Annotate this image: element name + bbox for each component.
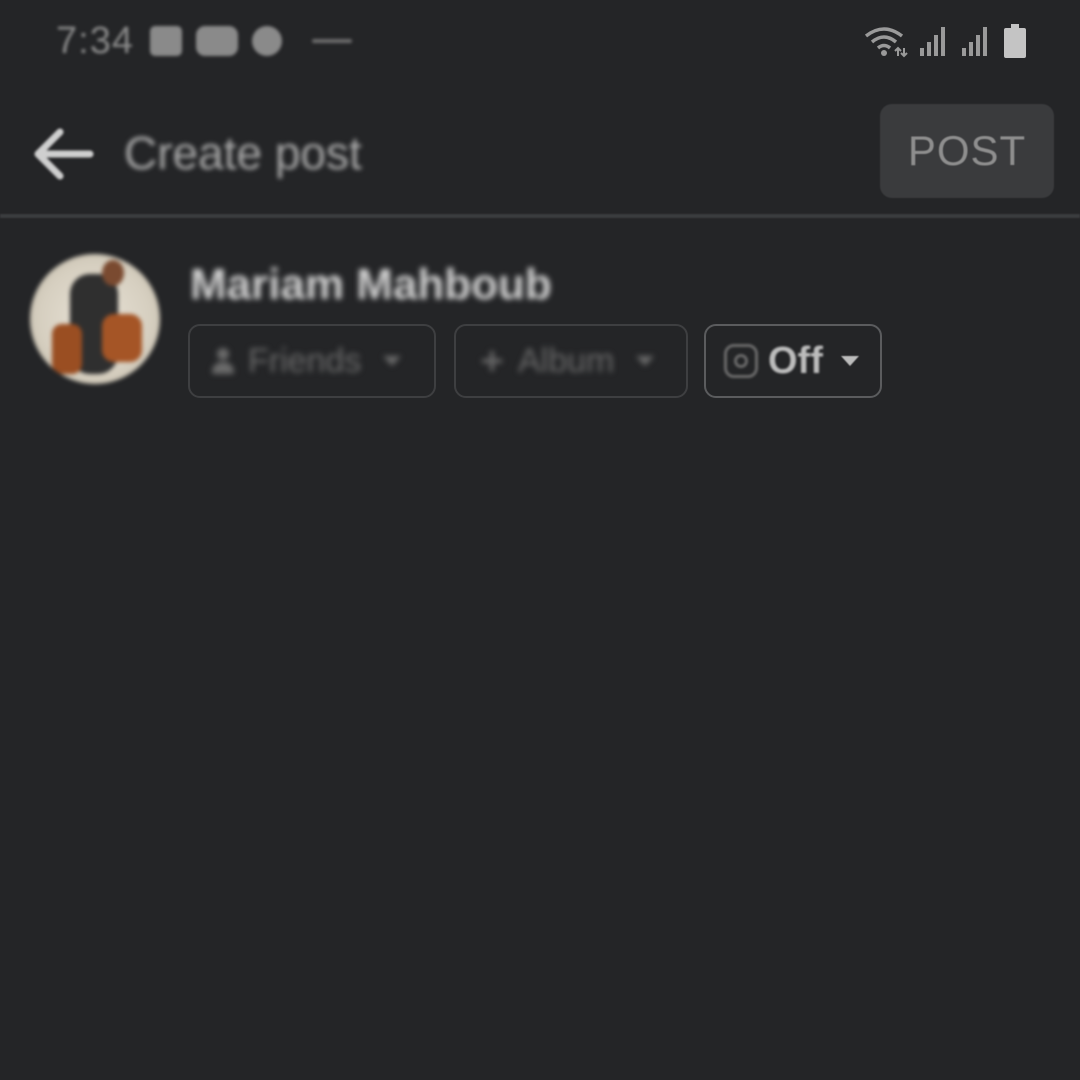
header-divider: [0, 214, 1080, 218]
friends-icon: [210, 348, 236, 374]
avatar[interactable]: [30, 254, 160, 384]
instagram-share-toggle[interactable]: Off: [704, 324, 882, 398]
back-button[interactable]: [26, 118, 98, 190]
audience-label: Friends: [248, 341, 362, 380]
user-name: Mariam Mahboub: [190, 260, 552, 309]
caret-down-icon: [383, 356, 402, 366]
caret-down-icon: [636, 356, 655, 366]
youtube-icon: [196, 26, 238, 56]
arrow-left-icon: [34, 128, 94, 180]
album-label: Album: [518, 341, 615, 380]
caret-down-icon: [840, 356, 859, 366]
plus-icon: [482, 351, 502, 371]
signal-icon: [920, 27, 945, 56]
circle-icon: [252, 26, 282, 56]
album-selector[interactable]: Album: [454, 324, 688, 398]
audience-selector[interactable]: Friends: [188, 324, 436, 398]
signal-icon: [962, 27, 987, 56]
battery-icon: [1004, 24, 1026, 58]
gallery-icon: [150, 26, 182, 56]
create-post-screen: 7:34 Create post POST Mariam Mahboub Fri…: [0, 0, 1080, 1080]
system-status-icons: [864, 24, 1026, 58]
status-bar: 7:34: [0, 0, 1080, 84]
instagram-share-label: Off: [768, 339, 823, 382]
page-title: Create post: [124, 127, 362, 179]
post-text-area[interactable]: [0, 420, 1080, 1080]
instagram-icon: [724, 344, 758, 378]
more-notifications-icon: [312, 39, 352, 43]
post-button[interactable]: POST: [880, 104, 1054, 198]
status-time: 7:34: [56, 20, 134, 62]
wifi-icon: [864, 27, 908, 58]
top-app-bar: Create post POST: [0, 84, 1080, 216]
